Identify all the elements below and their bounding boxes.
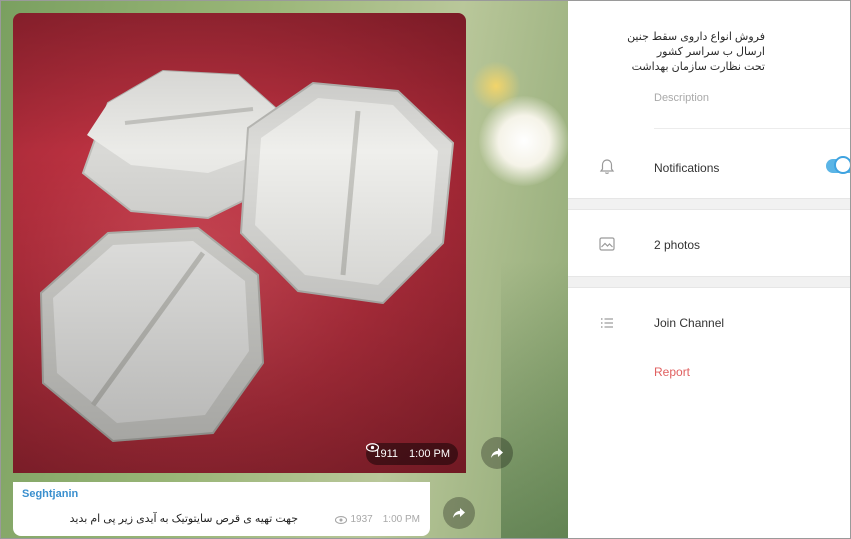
report-link[interactable]: Report <box>654 365 690 379</box>
share-arrow-icon <box>491 448 503 458</box>
photo-meta: 1911 1:00 PM <box>366 443 458 465</box>
description-line: فروش انواع داروی سقط جنین <box>627 31 765 43</box>
photo-shade <box>13 13 466 473</box>
channel-info-panel: فروش انواع داروی سقط جنین ارسال ب سراسر … <box>568 1 850 538</box>
share-button[interactable] <box>443 497 475 529</box>
bell-icon <box>599 159 615 174</box>
message-meta: 1937 1:00 PM <box>334 514 420 525</box>
message-author[interactable]: Seghtjanin <box>22 488 78 500</box>
join-channel-button[interactable]: Join Channel <box>654 316 724 330</box>
photo-message[interactable]: 1911 1:00 PM <box>13 13 466 473</box>
text-message[interactable]: Seghtjanin جهت تهیه ی قرص سایتوتیک به آی… <box>13 482 430 536</box>
photos-link[interactable]: 2 photos <box>654 238 700 252</box>
section-divider <box>568 276 850 288</box>
eye-icon <box>334 515 347 524</box>
toggle-knob <box>834 156 850 174</box>
eye-icon <box>366 443 380 452</box>
message-time: 1:00 PM <box>382 514 420 525</box>
chat-area: 1911 1:00 PM Seghtjanin جهت تهیه ی قرص س… <box>1 1 568 538</box>
notifications-label[interactable]: Notifications <box>654 161 719 175</box>
notifications-toggle[interactable] <box>826 156 850 174</box>
list-icon <box>601 318 613 328</box>
wallpaper-decoration <box>479 96 568 186</box>
message-text: جهت تهیه ی قرص سایتوتیک به آیدی زیر پی ا… <box>69 513 298 525</box>
share-arrow-icon <box>453 508 465 518</box>
photo-icon <box>599 237 615 251</box>
divider <box>654 128 850 129</box>
share-button[interactable] <box>481 437 513 469</box>
description-line: تحت نظارت سازمان بهداشت <box>631 61 765 73</box>
description-line: ارسال ب سراسر کشور <box>656 46 765 58</box>
section-divider <box>568 198 850 210</box>
app-window: 1911 1:00 PM Seghtjanin جهت تهیه ی قرص س… <box>0 0 851 539</box>
wallpaper-decoration <box>501 261 568 538</box>
message-views: 1937 <box>350 514 373 525</box>
description-label: Description <box>654 92 710 104</box>
channel-description: فروش انواع داروی سقط جنین ارسال ب سراسر … <box>627 30 765 75</box>
photo-time: 1:00 PM <box>409 448 450 460</box>
